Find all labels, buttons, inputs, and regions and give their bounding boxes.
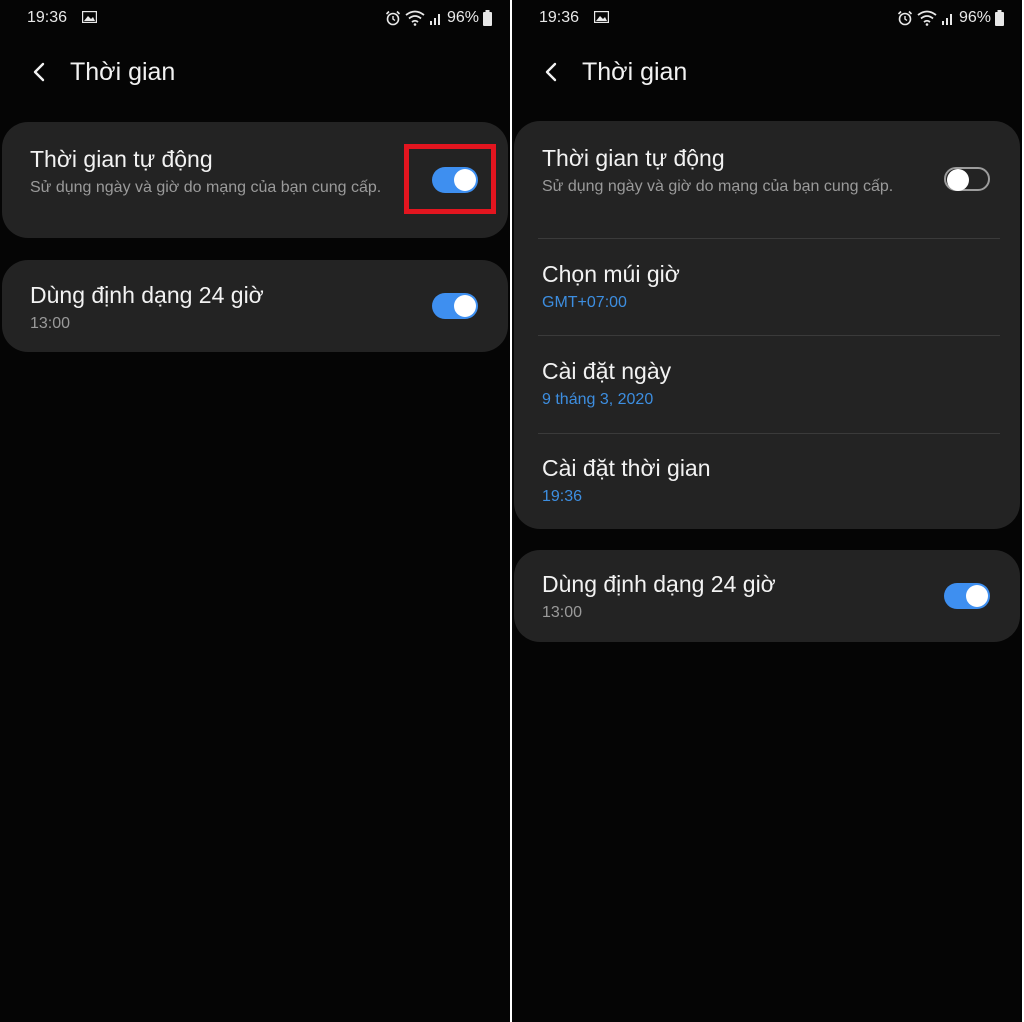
battery-icon xyxy=(483,10,492,26)
signal-icon xyxy=(429,14,440,25)
row-subtitle: Sử dụng ngày và giờ do mạng của bạn cung… xyxy=(542,178,894,195)
status-bar: 19:36 96% xyxy=(512,0,1022,36)
row-subtitle: Sử dụng ngày và giờ do mạng của bạn cung… xyxy=(30,179,382,196)
right-screen: 19:36 96% Thời gian Thời gian tự động Sử… xyxy=(512,0,1022,1022)
format-24h-toggle[interactable] xyxy=(944,583,990,609)
format-24h-card: Dùng định dạng 24 giờ 13:00 xyxy=(514,550,1020,642)
timezone-row[interactable]: Chọn múi giờ GMT+07:00 xyxy=(514,239,1020,335)
alarm-icon xyxy=(385,10,401,26)
format-24h-row[interactable]: Dùng định dạng 24 giờ 13:00 xyxy=(514,550,1020,642)
row-title: Cài đặt thời gian xyxy=(542,455,711,481)
page-header: Thời gian xyxy=(512,48,1022,98)
format-24h-row[interactable]: Dùng định dạng 24 giờ 13:00 xyxy=(2,260,508,352)
comparison-frame: 19:36 96% Thời gian Thời gian tự động Sử… xyxy=(0,0,1024,1022)
signal-icon xyxy=(941,14,952,25)
row-title: Chọn múi giờ xyxy=(542,261,680,287)
row-value: 19:36 xyxy=(542,488,583,505)
chevron-left-icon[interactable] xyxy=(30,60,50,84)
status-time: 19:36 xyxy=(27,9,68,26)
row-title: Thời gian tự động xyxy=(30,146,213,172)
alarm-icon xyxy=(897,10,913,26)
row-title: Thời gian tự động xyxy=(542,145,725,171)
status-indicators: 96% xyxy=(897,9,1004,27)
row-subtitle: 13:00 xyxy=(30,315,71,332)
wifi-icon xyxy=(917,10,937,26)
row-value: GMT+07:00 xyxy=(542,294,627,311)
page-title: Thời gian xyxy=(582,58,688,86)
row-title: Cài đặt ngày xyxy=(542,358,672,384)
toggle-knob xyxy=(966,585,988,607)
gallery-notification-icon xyxy=(594,11,609,23)
row-title: Dùng định dạng 24 giờ xyxy=(542,571,776,597)
highlight-box xyxy=(404,144,496,214)
chevron-left-icon[interactable] xyxy=(542,60,562,84)
format-24h-toggle[interactable] xyxy=(432,293,478,319)
page-title: Thời gian xyxy=(70,58,176,86)
time-settings-card: Thời gian tự động Sử dụng ngày và giờ do… xyxy=(514,121,1020,529)
battery-icon xyxy=(995,10,1004,26)
wifi-icon xyxy=(405,10,425,26)
set-date-row[interactable]: Cài đặt ngày 9 tháng 3, 2020 xyxy=(514,336,1020,433)
set-time-row[interactable]: Cài đặt thời gian 19:36 xyxy=(514,434,1020,529)
auto-time-row[interactable]: Thời gian tự động Sử dụng ngày và giờ do… xyxy=(514,121,1020,237)
page-header: Thời gian xyxy=(0,48,510,98)
toggle-knob xyxy=(947,169,969,191)
gallery-notification-icon xyxy=(82,11,97,23)
status-bar: 19:36 96% xyxy=(0,0,510,36)
format-24h-card: Dùng định dạng 24 giờ 13:00 xyxy=(2,260,508,352)
battery-percent: 96% xyxy=(958,9,991,26)
row-value: 9 tháng 3, 2020 xyxy=(542,391,654,408)
toggle-knob xyxy=(454,295,476,317)
left-screen: 19:36 96% Thời gian Thời gian tự động Sử… xyxy=(0,0,510,1022)
auto-time-toggle[interactable] xyxy=(944,167,990,191)
status-indicators: 96% xyxy=(385,9,492,27)
row-title: Dùng định dạng 24 giờ xyxy=(30,282,264,308)
row-subtitle: 13:00 xyxy=(542,604,583,621)
battery-percent: 96% xyxy=(446,9,479,26)
status-time: 19:36 xyxy=(539,9,580,26)
